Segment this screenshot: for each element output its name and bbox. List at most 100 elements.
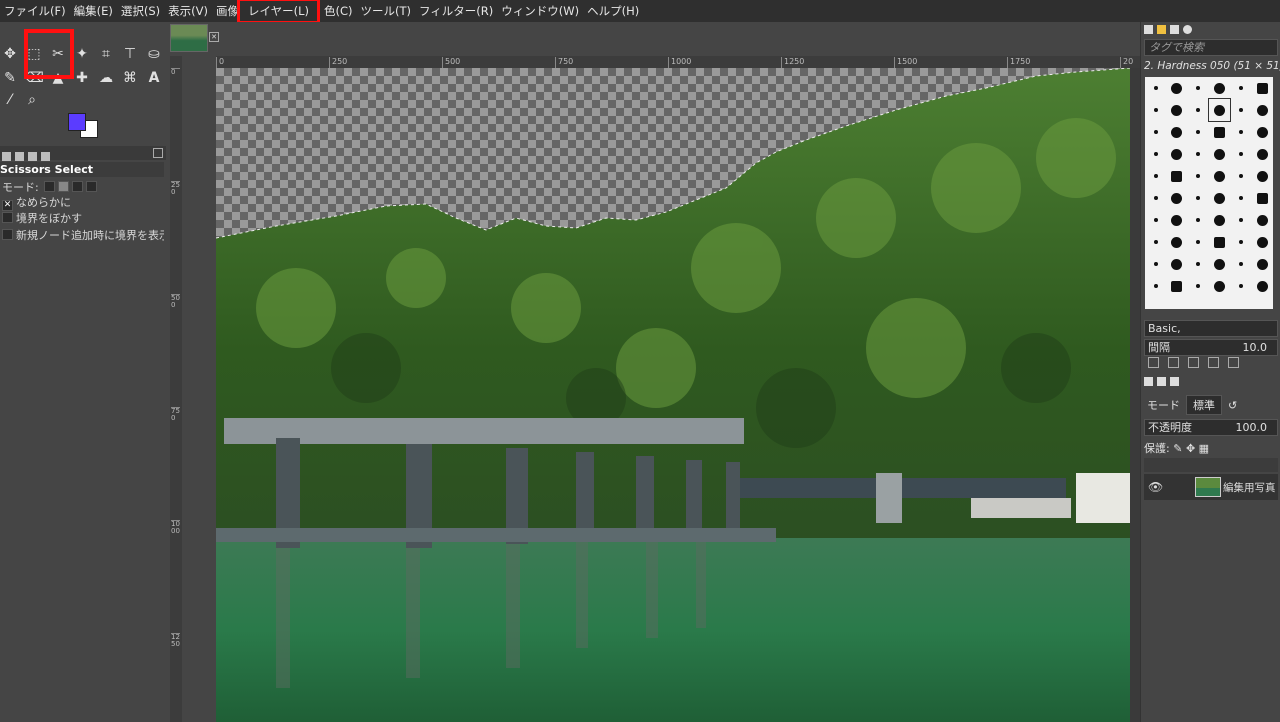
- heal-tool-icon[interactable]: ✚: [72, 68, 92, 88]
- brush-tag-search-input[interactable]: タグで検索: [1144, 39, 1278, 56]
- brush-thumbnail[interactable]: [1166, 143, 1187, 165]
- feather-option[interactable]: 境界をぼかす: [2, 210, 82, 226]
- brush-thumbnail[interactable]: [1230, 143, 1251, 165]
- brush-thumbnail[interactable]: [1209, 165, 1230, 187]
- brush-thumbnail[interactable]: [1166, 121, 1187, 143]
- brush-thumbnail[interactable]: [1252, 165, 1273, 187]
- crop-tool-icon[interactable]: ⌗: [96, 44, 116, 64]
- brush-thumbnail[interactable]: [1145, 165, 1166, 187]
- brush-thumbnail[interactable]: [1252, 99, 1273, 121]
- spacing-value[interactable]: 10.0: [1243, 340, 1278, 355]
- mode-replace-icon[interactable]: [44, 181, 56, 192]
- menu-help[interactable]: ヘルプ(H): [583, 3, 643, 19]
- paths-tool-icon[interactable]: ⌘: [120, 68, 140, 88]
- help-tab-icon[interactable]: [1183, 25, 1192, 34]
- brush-thumbnail[interactable]: [1166, 165, 1187, 187]
- brush-thumbnail[interactable]: [1166, 187, 1187, 209]
- brush-thumbnail[interactable]: [1145, 275, 1166, 297]
- brush-thumbnail[interactable]: [1166, 253, 1187, 275]
- channels-tab-icon[interactable]: [1157, 377, 1166, 386]
- brush-thumbnail[interactable]: [1230, 165, 1251, 187]
- menu-tools[interactable]: ツール(T): [357, 3, 416, 19]
- brushes-tab-icon[interactable]: [1144, 25, 1153, 34]
- brush-thumbnail[interactable]: [1188, 231, 1209, 253]
- layer-visibility-eye-icon[interactable]: 👁: [1148, 480, 1163, 494]
- opacity-field[interactable]: 不透明度 100.0: [1144, 419, 1278, 436]
- lock-position-icon[interactable]: ✥: [1186, 442, 1195, 455]
- lock-pixels-icon[interactable]: ✎: [1173, 442, 1182, 455]
- layer-row[interactable]: 👁 編集用写真: [1144, 474, 1278, 500]
- brush-thumbnail[interactable]: [1209, 209, 1230, 231]
- interactive-boundary-checkbox[interactable]: [2, 229, 13, 240]
- brush-thumbnail[interactable]: [1145, 99, 1166, 121]
- brush-thumbnail[interactable]: [1166, 77, 1187, 99]
- brush-thumbnail[interactable]: [1230, 209, 1251, 231]
- brush-thumbnail[interactable]: [1252, 187, 1273, 209]
- layers-tab-icon[interactable]: [1144, 377, 1153, 386]
- menu-select[interactable]: 選択(S): [117, 3, 164, 19]
- close-image-icon[interactable]: ✕: [209, 32, 219, 42]
- brush-thumbnail[interactable]: [1145, 187, 1166, 209]
- fuzzy-select-tool-icon[interactable]: ✦: [72, 44, 92, 64]
- feather-checkbox[interactable]: [2, 212, 13, 223]
- image-canvas[interactable]: [216, 68, 1130, 722]
- zoom-tool-icon[interactable]: ⌕: [22, 90, 42, 110]
- brush-thumbnail[interactable]: [1166, 209, 1187, 231]
- device-status-tab-icon[interactable]: [15, 152, 24, 161]
- bucket-fill-tool-icon[interactable]: ⛀: [144, 44, 164, 64]
- brush-thumbnail[interactable]: [1188, 275, 1209, 297]
- brush-thumbnail[interactable]: [1252, 209, 1273, 231]
- brush-thumbnail[interactable]: [1188, 209, 1209, 231]
- move-tool-icon[interactable]: ✥: [0, 44, 20, 64]
- layer-mode-reset-icon[interactable]: ↺: [1228, 399, 1237, 412]
- transform-tool-icon[interactable]: ⊤: [120, 44, 140, 64]
- dock-menu-icon[interactable]: [153, 148, 163, 158]
- text-tool-icon[interactable]: A: [144, 68, 164, 88]
- brush-thumbnail[interactable]: [1207, 98, 1232, 122]
- brush-thumbnail[interactable]: [1230, 275, 1251, 297]
- brush-thumbnail[interactable]: [1188, 187, 1209, 209]
- mode-add-icon[interactable]: [58, 181, 70, 192]
- brush-thumbnail[interactable]: [1209, 77, 1230, 99]
- brush-thumbnail[interactable]: [1252, 121, 1273, 143]
- layer-mode-select[interactable]: 標準: [1186, 395, 1222, 415]
- interactive-boundary-option[interactable]: 新規ノード追加時に境界を表示: [2, 227, 164, 243]
- brush-preset-select[interactable]: Basic,: [1144, 320, 1278, 337]
- brush-thumbnail[interactable]: [1166, 99, 1187, 121]
- brush-thumbnail[interactable]: [1209, 253, 1230, 275]
- menu-colors[interactable]: 色(C): [320, 3, 357, 19]
- brush-thumbnail[interactable]: [1230, 253, 1251, 275]
- menu-edit[interactable]: 編集(E): [70, 3, 117, 19]
- brush-thumbnail[interactable]: [1188, 99, 1209, 121]
- new-brush-icon[interactable]: [1168, 357, 1179, 368]
- duplicate-brush-icon[interactable]: [1188, 357, 1199, 368]
- lock-alpha-icon[interactable]: ▦: [1199, 442, 1209, 455]
- brush-thumbnail[interactable]: [1188, 165, 1209, 187]
- smudge-tool-icon[interactable]: ☁: [96, 68, 116, 88]
- brush-thumbnail[interactable]: [1230, 231, 1251, 253]
- brush-thumbnail[interactable]: [1145, 209, 1166, 231]
- brush-thumbnail[interactable]: [1166, 231, 1187, 253]
- menu-file[interactable]: ファイル(F): [0, 3, 70, 19]
- brush-thumbnail[interactable]: [1230, 121, 1251, 143]
- undo-history-tab-icon[interactable]: [28, 152, 37, 161]
- brush-thumbnail[interactable]: [1252, 253, 1273, 275]
- brush-thumbnail[interactable]: [1145, 253, 1166, 275]
- patterns-tab-icon[interactable]: [1157, 25, 1166, 34]
- color-picker-tool-icon[interactable]: ⁄: [0, 90, 20, 110]
- brush-thumbnail[interactable]: [1145, 231, 1166, 253]
- brush-thumbnail[interactable]: [1188, 121, 1209, 143]
- brush-spacing-field[interactable]: 間隔 10.0: [1144, 339, 1278, 356]
- fonts-tab-icon[interactable]: [1170, 25, 1179, 34]
- brush-thumbnail[interactable]: [1166, 275, 1187, 297]
- refresh-brushes-icon[interactable]: [1228, 357, 1239, 368]
- brush-thumbnail[interactable]: [1252, 231, 1273, 253]
- brush-thumbnail[interactable]: [1252, 77, 1273, 99]
- layer-name[interactable]: 編集用写真: [1223, 480, 1276, 495]
- brush-thumbnail[interactable]: [1145, 121, 1166, 143]
- brush-thumbnail[interactable]: [1188, 253, 1209, 275]
- brush-thumbnail[interactable]: [1145, 77, 1166, 99]
- mode-subtract-icon[interactable]: [72, 181, 84, 192]
- brush-thumbnail[interactable]: [1209, 143, 1230, 165]
- brush-thumbnail[interactable]: [1145, 143, 1166, 165]
